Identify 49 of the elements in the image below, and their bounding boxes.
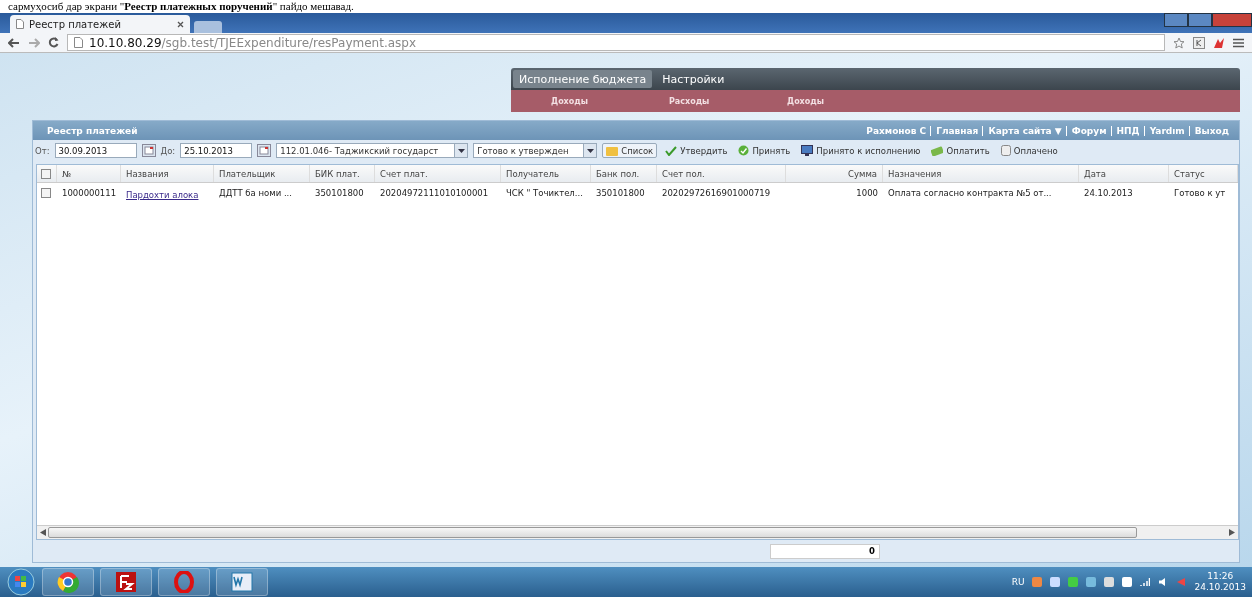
table-cell-text: Готово к ут xyxy=(1173,187,1227,198)
toolbar-button[interactable]: Принять xyxy=(735,143,794,158)
from-date-field[interactable]: 30.09.2013 xyxy=(54,143,137,158)
organization-dropdown[interactable]: 112.01.046- Таджикский государст xyxy=(276,143,469,158)
menu-item[interactable]: Настройки xyxy=(656,70,731,88)
panel-title: Реестр платежей xyxy=(47,125,138,136)
column-header[interactable]: Статус xyxy=(1169,165,1238,182)
browser-tab[interactable]: Реестр платежей xyxy=(10,15,190,33)
table-cell-text: 20204972111010100001 xyxy=(379,187,490,198)
table-cell-text: ЧСК " Точиктел... xyxy=(505,187,584,198)
table-cell-text: 24.10.2013 xyxy=(1083,187,1134,198)
column-header[interactable]: Сумма xyxy=(786,165,883,182)
address-field[interactable]: 10.10.80.29/sgb.test/TJEExpenditure/resPayment.aspx xyxy=(67,34,1165,51)
table-cell-text: 1000 xyxy=(855,187,879,198)
column-header[interactable]: Названия xyxy=(121,165,214,182)
submenu-item[interactable]: Расходы xyxy=(669,96,717,106)
submenu-item[interactable]: Доходы xyxy=(551,96,599,106)
toolbar-button[interactable]: Список xyxy=(602,143,658,158)
table-cell-text: 1000000111 xyxy=(61,187,118,198)
column-header[interactable]: Назначения xyxy=(883,165,1079,182)
table-cell-text: Оплата согласно контракта №5 от... xyxy=(887,187,1053,198)
table-cell-text: 20202972616901000719 xyxy=(661,187,772,198)
clock-time[interactable]: 11:26 xyxy=(1207,571,1234,582)
table-cell-text: 350101800 xyxy=(595,187,646,198)
table-cell-text: 350101800 xyxy=(314,187,365,198)
submenu-item[interactable]: Доходы xyxy=(787,96,835,106)
total-field: 0 xyxy=(770,543,880,559)
toolbar-button[interactable]: Оплатить xyxy=(928,143,993,158)
status-dropdown[interactable]: Готово к утвержден xyxy=(473,143,598,158)
column-header[interactable]: БИК плат. xyxy=(310,165,375,182)
column-header[interactable]: Счет пол. xyxy=(657,165,786,182)
clock-date[interactable]: 24.10.2013 xyxy=(1194,582,1246,593)
toolbar-button[interactable]: Принято к исполнению xyxy=(798,143,924,158)
from-label: От: xyxy=(35,145,50,156)
column-header[interactable]: Банк пол. xyxy=(591,165,657,182)
to-label: До: xyxy=(160,145,176,156)
menu-item[interactable]: Исполнение бюджета xyxy=(513,70,653,88)
column-header[interactable]: № xyxy=(57,165,121,182)
column-header[interactable]: Плательщик xyxy=(214,165,310,182)
document-caption: сармуҳосиб дар экрани "Реестр платежных поручений" пайдо мешавад. xyxy=(7,0,354,13)
table-link[interactable]: Пардохти алока xyxy=(121,190,204,200)
column-header[interactable]: Получатель xyxy=(501,165,591,182)
language-indicator[interactable]: RU xyxy=(1011,577,1025,587)
to-date-field[interactable]: 25.10.2013 xyxy=(180,143,253,158)
toolbar-button[interactable]: Оплачено xyxy=(997,143,1061,158)
column-header[interactable]: Дата xyxy=(1079,165,1169,182)
toolbar-button[interactable]: Утвердить xyxy=(662,143,731,158)
table-cell-text: ДДТТ ба номи ... xyxy=(218,187,294,198)
column-header[interactable]: Счет плат. xyxy=(375,165,501,182)
